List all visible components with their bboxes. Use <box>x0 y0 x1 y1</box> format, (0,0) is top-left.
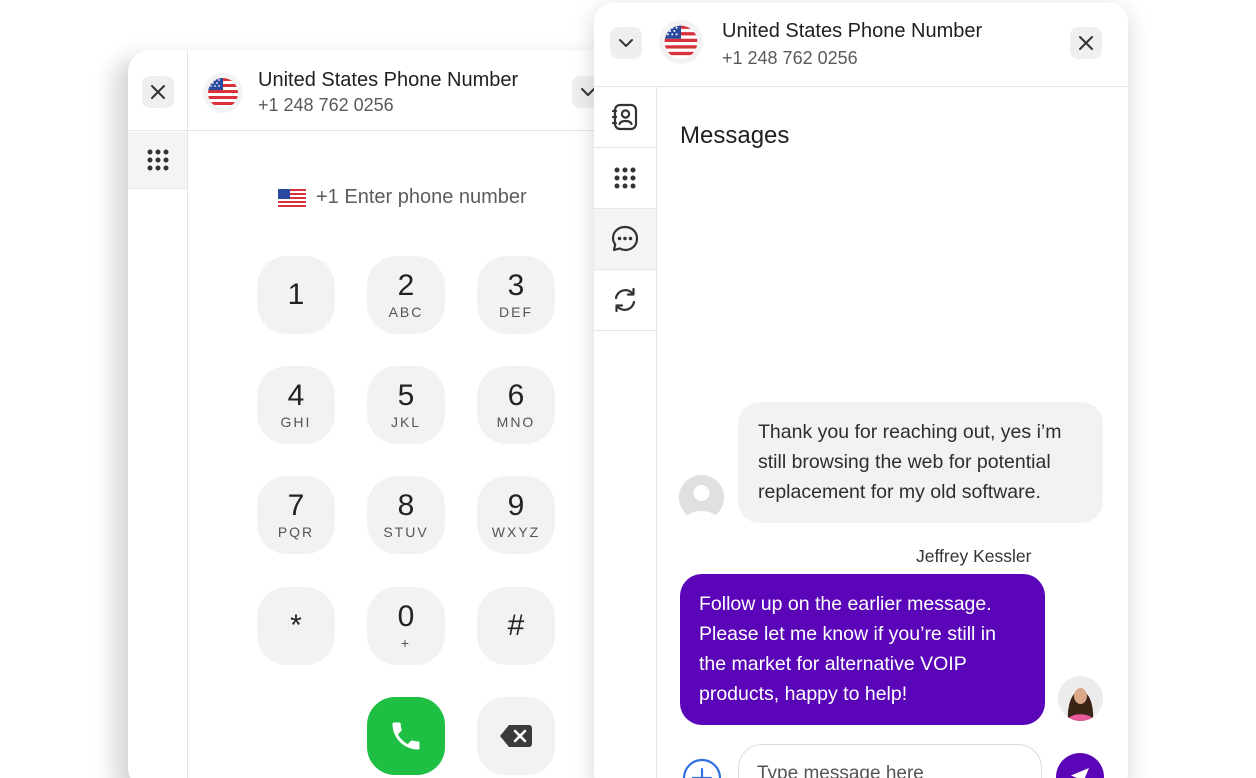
contacts-icon <box>611 103 638 131</box>
key-letters: PQR <box>277 524 315 540</box>
keypad-grid-icon <box>614 167 636 189</box>
phone-input-placeholder: +1 Enter phone number <box>316 186 527 208</box>
sidebar-item-keypad[interactable] <box>594 148 656 209</box>
keypad-key-9[interactable]: 9 WXYZ <box>477 476 555 554</box>
key-letters: MNO <box>496 414 536 430</box>
key-digit: # <box>507 609 525 642</box>
keypad-key-2[interactable]: 2 ABC <box>367 256 445 334</box>
messenger-collapse-button[interactable] <box>610 27 642 59</box>
keypad-key-8[interactable]: 8 STUV <box>367 476 445 554</box>
keypad-key-hash[interactable]: # <box>477 587 555 665</box>
key-letters: STUV <box>383 524 429 540</box>
keypad-key-0[interactable]: 0 + <box>367 587 445 665</box>
incoming-message-bubble: Thank you for reaching out, yes i’m stil… <box>738 402 1103 523</box>
keypad-key-6[interactable]: 6 MNO <box>477 366 555 444</box>
keypad-key-4[interactable]: 4 GHI <box>257 366 335 444</box>
message-input[interactable] <box>738 744 1042 778</box>
send-icon <box>1071 768 1089 778</box>
chevron-down-icon <box>619 39 633 47</box>
messenger-panel: United States Phone Number +1 248 762 02… <box>594 3 1128 778</box>
key-digit: 8 <box>397 489 415 522</box>
key-letters: WXYZ <box>491 524 541 540</box>
chat-bubble-icon <box>611 225 639 252</box>
keypad-key-3[interactable]: 3 DEF <box>477 256 555 334</box>
keypad-key-star[interactable]: * <box>257 587 335 665</box>
close-icon <box>151 85 165 99</box>
key-digit: 6 <box>507 379 525 412</box>
key-digit: 7 <box>287 489 305 522</box>
sidebar-item-history[interactable] <box>594 270 656 331</box>
us-flag-icon <box>278 188 306 207</box>
call-button[interactable] <box>367 697 445 775</box>
plus-circle-icon <box>682 758 722 778</box>
key-letters: + <box>400 635 412 651</box>
keypad-key-5[interactable]: 5 JKL <box>367 366 445 444</box>
key-digit: 5 <box>397 379 415 412</box>
messages-heading: Messages <box>680 122 790 149</box>
phone-icon <box>392 722 420 750</box>
send-button[interactable] <box>1056 753 1104 778</box>
key-digit: 0 <box>397 600 415 633</box>
backspace-icon <box>500 725 532 747</box>
key-letters: JKL <box>390 414 422 430</box>
messenger-phone-number: +1 248 762 0256 <box>722 48 858 68</box>
contact-avatar <box>679 475 724 520</box>
messenger-title: United States Phone Number <box>722 20 983 42</box>
key-letters: GHI <box>280 414 312 430</box>
dialer-panel: United States Phone Number +1 248 762 02… <box>128 50 628 778</box>
outgoing-message-bubble: Follow up on the earlier message. Please… <box>680 574 1045 725</box>
keypad-key-1[interactable]: 1 <box>257 256 335 334</box>
messenger-sidebar <box>594 87 657 778</box>
agent-avatar <box>1058 676 1103 721</box>
user-placeholder-icon <box>679 475 724 520</box>
key-digit: 4 <box>287 379 305 412</box>
us-flag-avatar <box>658 19 704 70</box>
keypad-key-7[interactable]: 7 PQR <box>257 476 335 554</box>
key-digit: 2 <box>397 269 415 302</box>
keypad-grid-icon <box>147 149 168 171</box>
key-digit: 3 <box>507 269 525 302</box>
messenger-close-button[interactable] <box>1070 27 1102 59</box>
key-digit: * <box>290 609 302 642</box>
us-flag-icon <box>203 73 243 113</box>
agent-photo-icon <box>1058 676 1103 721</box>
us-flag-icon <box>659 20 703 64</box>
dialer-sidebar-divider <box>187 50 188 778</box>
key-letters: ABC <box>388 304 424 320</box>
us-flag-avatar <box>202 72 244 119</box>
sidebar-item-keypad[interactable] <box>128 132 187 189</box>
phone-number-input[interactable]: +1 Enter phone number <box>278 186 527 209</box>
key-letters: DEF <box>499 304 533 320</box>
dialer-phone-number: +1 248 762 0256 <box>258 95 394 115</box>
add-attachment-button[interactable] <box>682 758 722 778</box>
dialer-title: United States Phone Number <box>258 69 519 91</box>
message-sender-name: Jeffrey Kessler <box>916 546 1032 566</box>
key-digit: 1 <box>287 278 305 311</box>
key-digit: 9 <box>507 489 525 522</box>
sidebar-item-contacts[interactable] <box>594 87 656 148</box>
sidebar-item-messages[interactable] <box>594 209 656 270</box>
dialer-close-button[interactable] <box>142 76 174 108</box>
close-icon <box>1079 36 1093 50</box>
refresh-icon <box>614 287 636 313</box>
backspace-button[interactable] <box>477 697 555 775</box>
